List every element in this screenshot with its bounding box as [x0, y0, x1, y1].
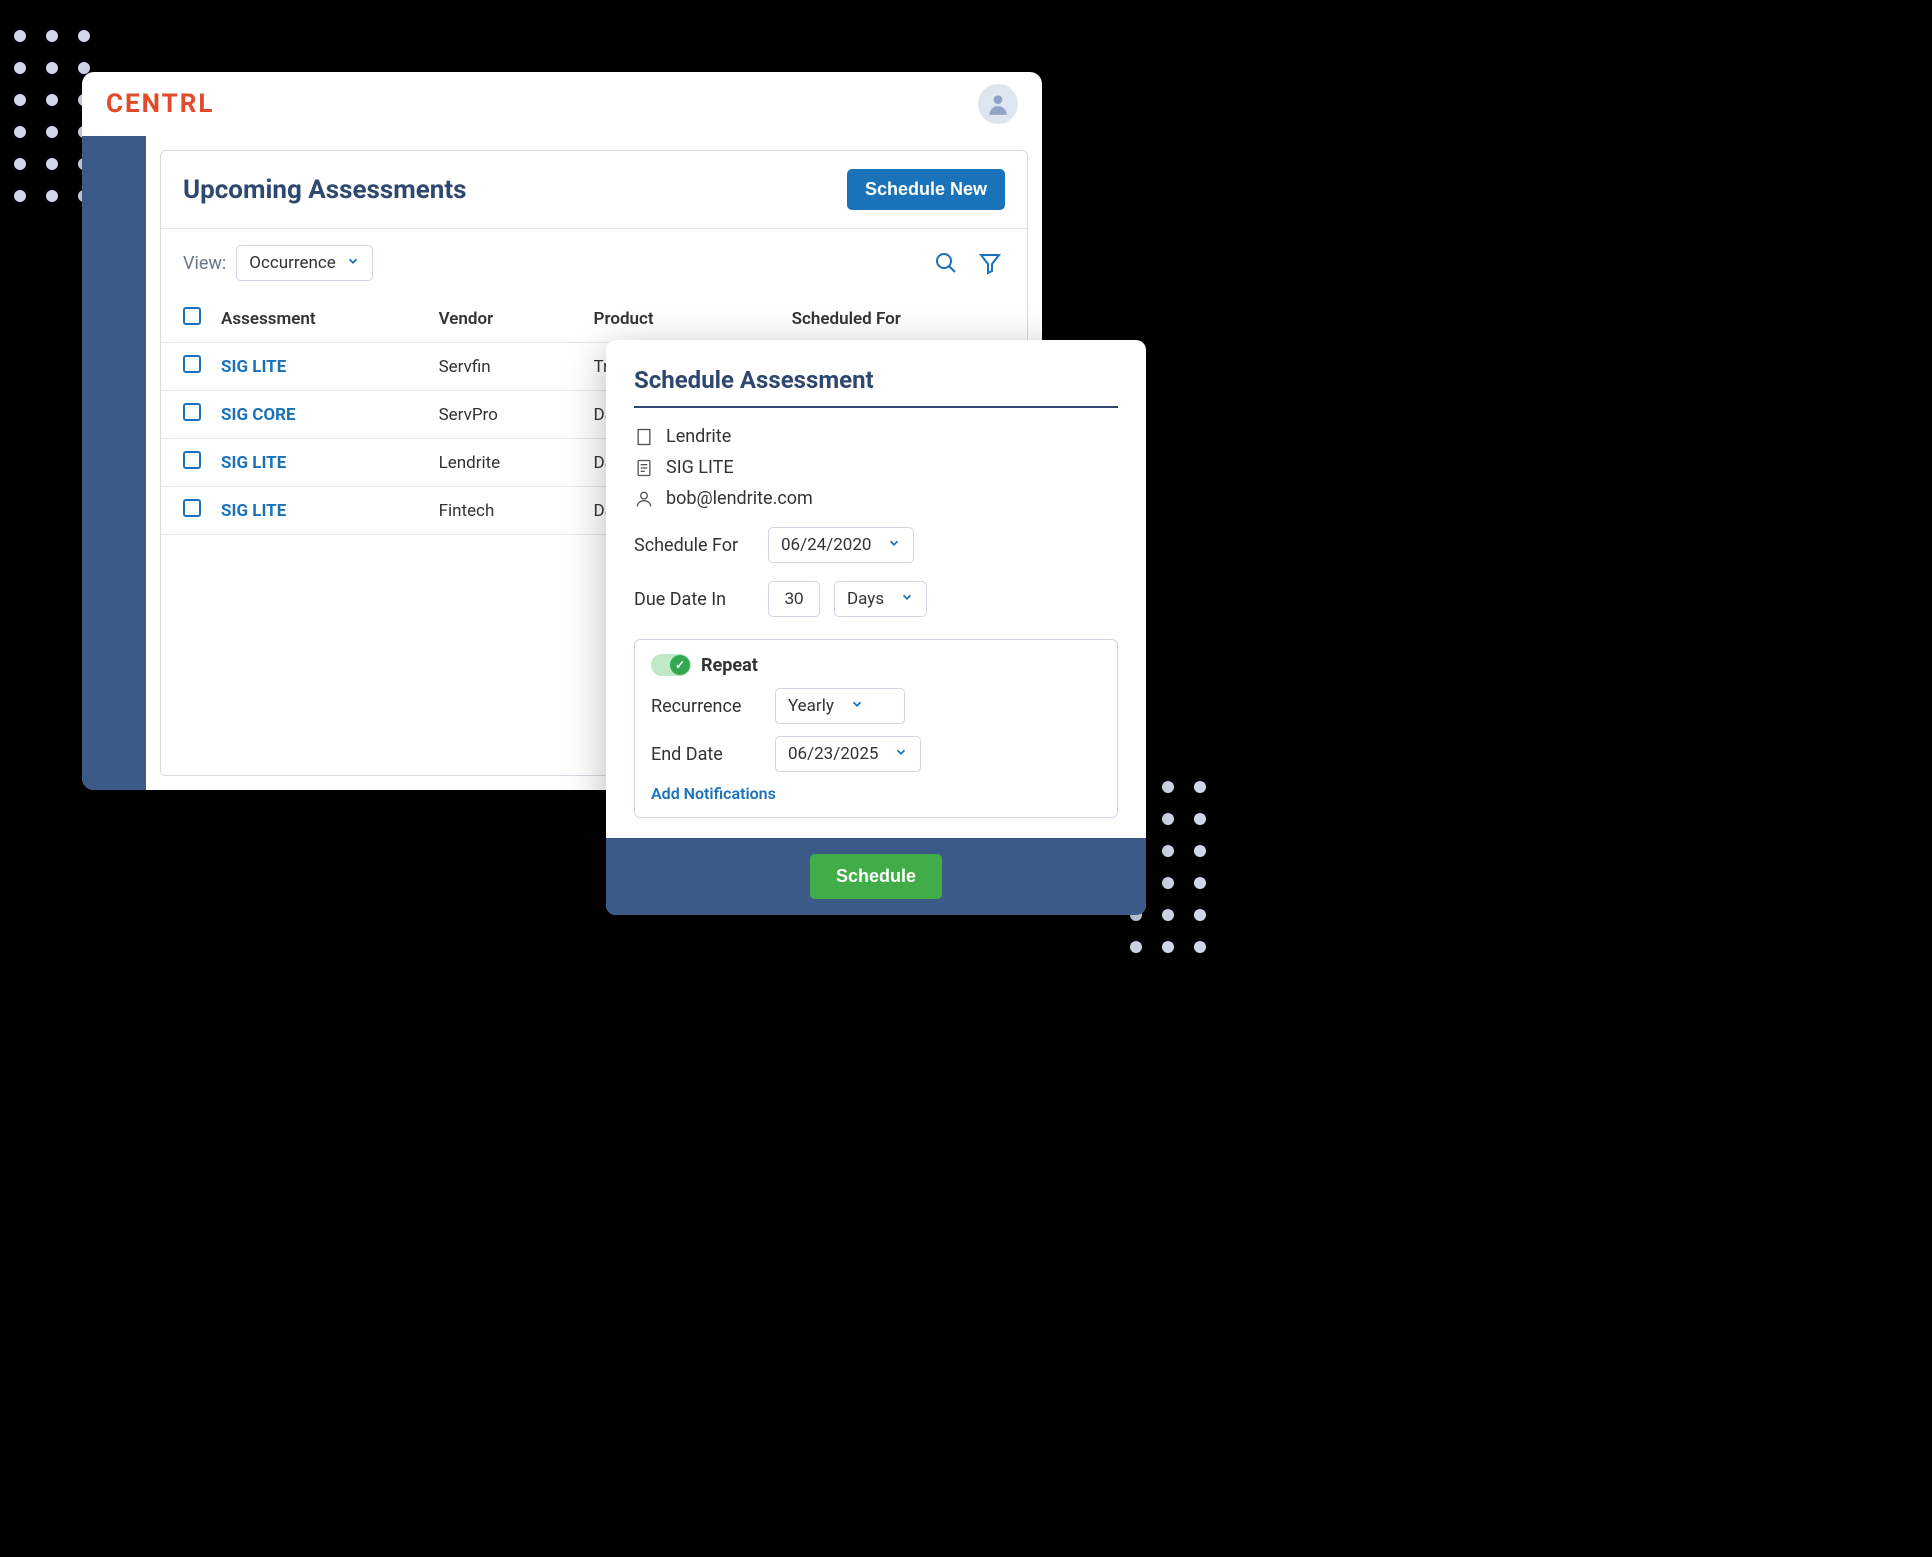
- repeat-section: Repeat Recurrence Yearly End Date 06/23/…: [634, 639, 1118, 818]
- contact-email: bob@lendrite.com: [666, 488, 813, 509]
- due-date-unit-value: Days: [847, 589, 884, 609]
- schedule-button[interactable]: Schedule: [810, 854, 942, 899]
- schedule-assessment-modal: Schedule Assessment Lendrite SIG LITE bo…: [606, 340, 1146, 915]
- chevron-down-icon: [346, 253, 360, 273]
- due-date-row: Due Date In Days: [634, 581, 1118, 617]
- repeat-header: Repeat: [651, 654, 1101, 676]
- sidebar: [82, 136, 146, 790]
- end-date-value: 06/23/2025: [788, 744, 878, 764]
- user-avatar-icon: [985, 91, 1011, 117]
- vendor-cell: Fintech: [429, 487, 584, 535]
- chevron-down-icon: [900, 589, 914, 609]
- contact-meta: bob@lendrite.com: [634, 488, 1118, 509]
- row-checkbox[interactable]: [183, 451, 201, 469]
- assessment-name: SIG LITE: [666, 457, 734, 478]
- schedule-for-value: 06/24/2020: [781, 535, 871, 555]
- col-product: Product: [584, 295, 782, 343]
- search-button[interactable]: [931, 248, 961, 278]
- assessment-link[interactable]: SIG LITE: [221, 501, 286, 521]
- search-icon: [934, 251, 958, 275]
- repeat-toggle[interactable]: [651, 654, 691, 676]
- brand-logo: CENTRL: [106, 89, 214, 119]
- decorative-dots-top-left: [14, 30, 90, 202]
- topbar: CENTRL: [82, 72, 1042, 136]
- assessment-meta: SIG LITE: [634, 457, 1118, 478]
- view-group: View: Occurrence: [183, 245, 373, 281]
- view-label: View:: [183, 253, 226, 274]
- filter-button[interactable]: [975, 248, 1005, 278]
- row-checkbox[interactable]: [183, 355, 201, 373]
- toolbar-icons: [931, 248, 1005, 278]
- table-header-row: Assessment Vendor Product Scheduled For: [161, 295, 1027, 343]
- row-checkbox[interactable]: [183, 499, 201, 517]
- document-icon: [634, 458, 654, 478]
- recurrence-value: Yearly: [788, 696, 834, 716]
- col-vendor: Vendor: [429, 295, 584, 343]
- assessment-link[interactable]: SIG CORE: [221, 405, 296, 425]
- due-date-input[interactable]: [768, 581, 820, 617]
- view-select-value: Occurrence: [249, 253, 336, 273]
- filter-icon: [978, 251, 1002, 275]
- vendor-cell: Lendrite: [429, 439, 584, 487]
- card-header: Upcoming Assessments Schedule New: [161, 151, 1027, 229]
- schedule-new-button[interactable]: Schedule New: [847, 169, 1005, 210]
- vendor-cell: Servfin: [429, 343, 584, 391]
- end-date-label: End Date: [651, 744, 761, 765]
- schedule-for-label: Schedule For: [634, 535, 754, 556]
- due-date-label: Due Date In: [634, 589, 754, 610]
- filter-row: View: Occurrence: [161, 229, 1027, 295]
- vendor-name: Lendrite: [666, 426, 731, 447]
- schedule-for-row: Schedule For 06/24/2020: [634, 527, 1118, 563]
- repeat-label: Repeat: [701, 655, 758, 676]
- select-all-checkbox[interactable]: [183, 307, 201, 325]
- end-date-row: End Date 06/23/2025: [651, 736, 1101, 772]
- vendor-cell: ServPro: [429, 391, 584, 439]
- recurrence-select[interactable]: Yearly: [775, 688, 905, 724]
- building-icon: [634, 427, 654, 447]
- modal-footer: Schedule: [606, 838, 1146, 915]
- schedule-for-datepicker[interactable]: 06/24/2020: [768, 527, 914, 563]
- col-assessment: Assessment: [211, 295, 429, 343]
- due-date-unit-select[interactable]: Days: [834, 581, 927, 617]
- end-date-datepicker[interactable]: 06/23/2025: [775, 736, 921, 772]
- modal-title: Schedule Assessment: [634, 366, 1118, 408]
- person-icon: [634, 489, 654, 509]
- add-notifications-link[interactable]: Add Notifications: [651, 784, 1101, 803]
- toggle-knob-checkmark-icon: [670, 655, 690, 675]
- chevron-down-icon: [850, 696, 864, 716]
- modal-body: Schedule Assessment Lendrite SIG LITE bo…: [606, 340, 1146, 838]
- col-scheduled-for: Scheduled For: [782, 295, 1027, 343]
- user-avatar[interactable]: [978, 84, 1018, 124]
- view-select[interactable]: Occurrence: [236, 245, 373, 281]
- recurrence-row: Recurrence Yearly: [651, 688, 1101, 724]
- chevron-down-icon: [887, 535, 901, 555]
- assessment-link[interactable]: SIG LITE: [221, 357, 286, 377]
- recurrence-label: Recurrence: [651, 696, 761, 717]
- vendor-meta: Lendrite: [634, 426, 1118, 447]
- assessment-link[interactable]: SIG LITE: [221, 453, 286, 473]
- page-title: Upcoming Assessments: [183, 175, 467, 205]
- chevron-down-icon: [894, 744, 908, 764]
- row-checkbox[interactable]: [183, 403, 201, 421]
